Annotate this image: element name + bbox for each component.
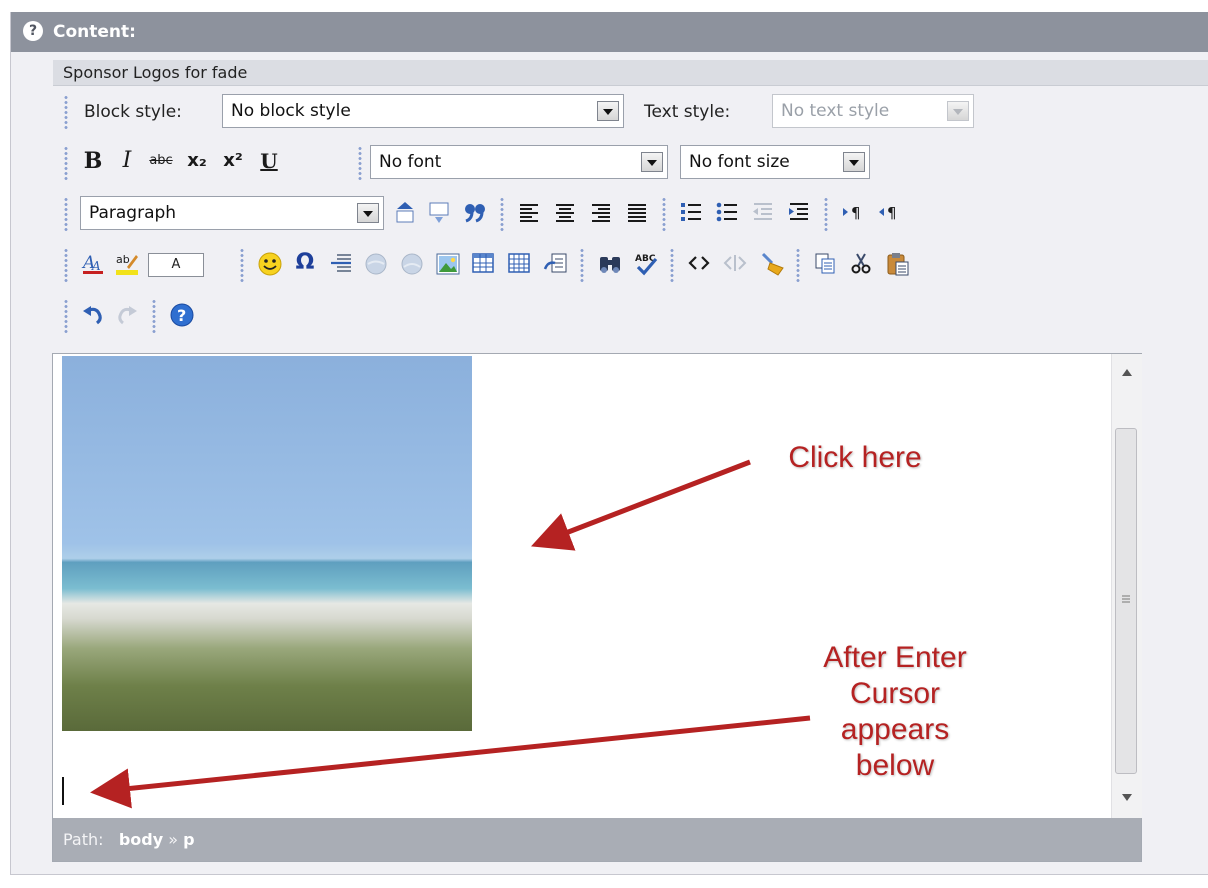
click-here-arrow — [531, 459, 751, 551]
after-enter-annotation: After Enter Cursor appears below — [790, 640, 1000, 784]
annotation-arrows — [90, 459, 811, 809]
after-enter-line-1: After Enter — [823, 641, 967, 674]
after-enter-line-3: appears — [840, 713, 950, 746]
click-here-annotation: Click here — [788, 441, 922, 474]
after-enter-line-2: Cursor — [849, 677, 940, 710]
page: ? Content: Sponsor Logos for fade Block … — [0, 0, 1208, 888]
cursor-arrow — [90, 715, 811, 809]
after-enter-line-4: below — [855, 749, 935, 782]
